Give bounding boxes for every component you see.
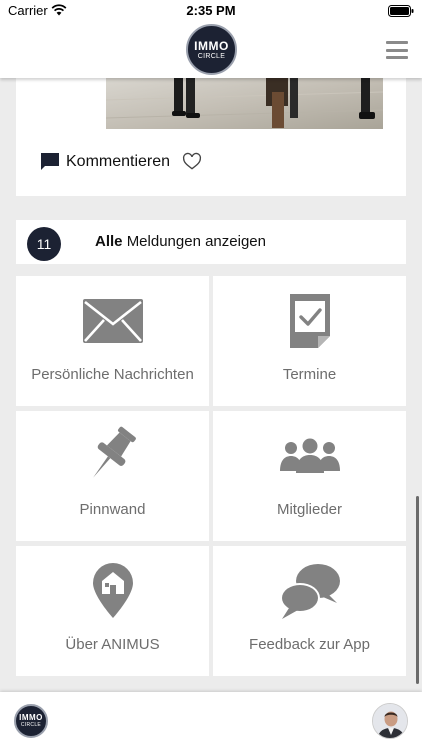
tile-label: Pinnwand [79,501,146,518]
bottom-bar: IMMO CIRCLE [0,692,422,750]
logo-text-bottom: CIRCLE [197,52,226,60]
all-notifications-label: Alle Meldungen anzeigen [95,233,266,250]
immo-circle-logo[interactable]: IMMO CIRCLE [186,24,237,75]
tile-pinboard[interactable]: Pinnwand [16,411,209,541]
post-actions: Kommentieren [40,152,202,172]
tile-app-feedback[interactable]: Feedback zur App [213,546,406,676]
tile-label: Mitglieder [276,501,343,518]
heart-outline-icon[interactable] [182,152,202,172]
comment-button[interactable]: Kommentieren [66,153,170,171]
tile-appointments[interactable]: Termine [213,276,406,406]
tile-personal-messages[interactable]: Persönliche Nachrichten [16,276,209,406]
footer-logo-text-bottom: CIRCLE [20,722,42,728]
tile-about-animus[interactable]: Über ANIMUS [16,546,209,676]
notif-label-bold: Alle [95,233,123,250]
clock-time: 2:35 PM [186,3,236,18]
hamburger-menu-icon[interactable] [386,41,408,59]
post-card: Kommentieren [16,78,406,196]
chat-bubbles-icon [213,560,406,622]
footer-immo-circle-logo[interactable]: IMMO CIRCLE [14,704,48,738]
scroll-indicator[interactable] [416,496,419,684]
notification-count-badge: 11 [27,227,61,261]
group-icon [213,425,406,487]
app-header: IMMO CIRCLE [0,22,422,78]
logo-text-top: IMMO [194,38,229,53]
envelope-icon [16,290,209,352]
post-image[interactable] [106,78,383,129]
status-bar: Carrier 2:35 PM [0,0,422,22]
footer-logo-text-top: IMMO [19,713,43,722]
tile-members[interactable]: Mitglieder [213,411,406,541]
home-location-pin-icon [16,560,209,622]
calendar-check-icon [213,290,406,352]
all-notifications-bar[interactable]: 11 Alle Meldungen anzeigen [16,220,406,264]
user-avatar[interactable] [372,703,408,739]
tile-label: Feedback zur App [249,636,370,653]
battery-icon [388,5,414,17]
pushpin-icon [16,425,209,487]
tile-label: Über ANIMUS [65,636,160,653]
notif-label-rest: Meldungen anzeigen [126,233,266,250]
comment-icon[interactable] [40,152,60,172]
tile-label: Termine [282,366,337,383]
tile-label: Persönliche Nachrichten [31,366,194,383]
